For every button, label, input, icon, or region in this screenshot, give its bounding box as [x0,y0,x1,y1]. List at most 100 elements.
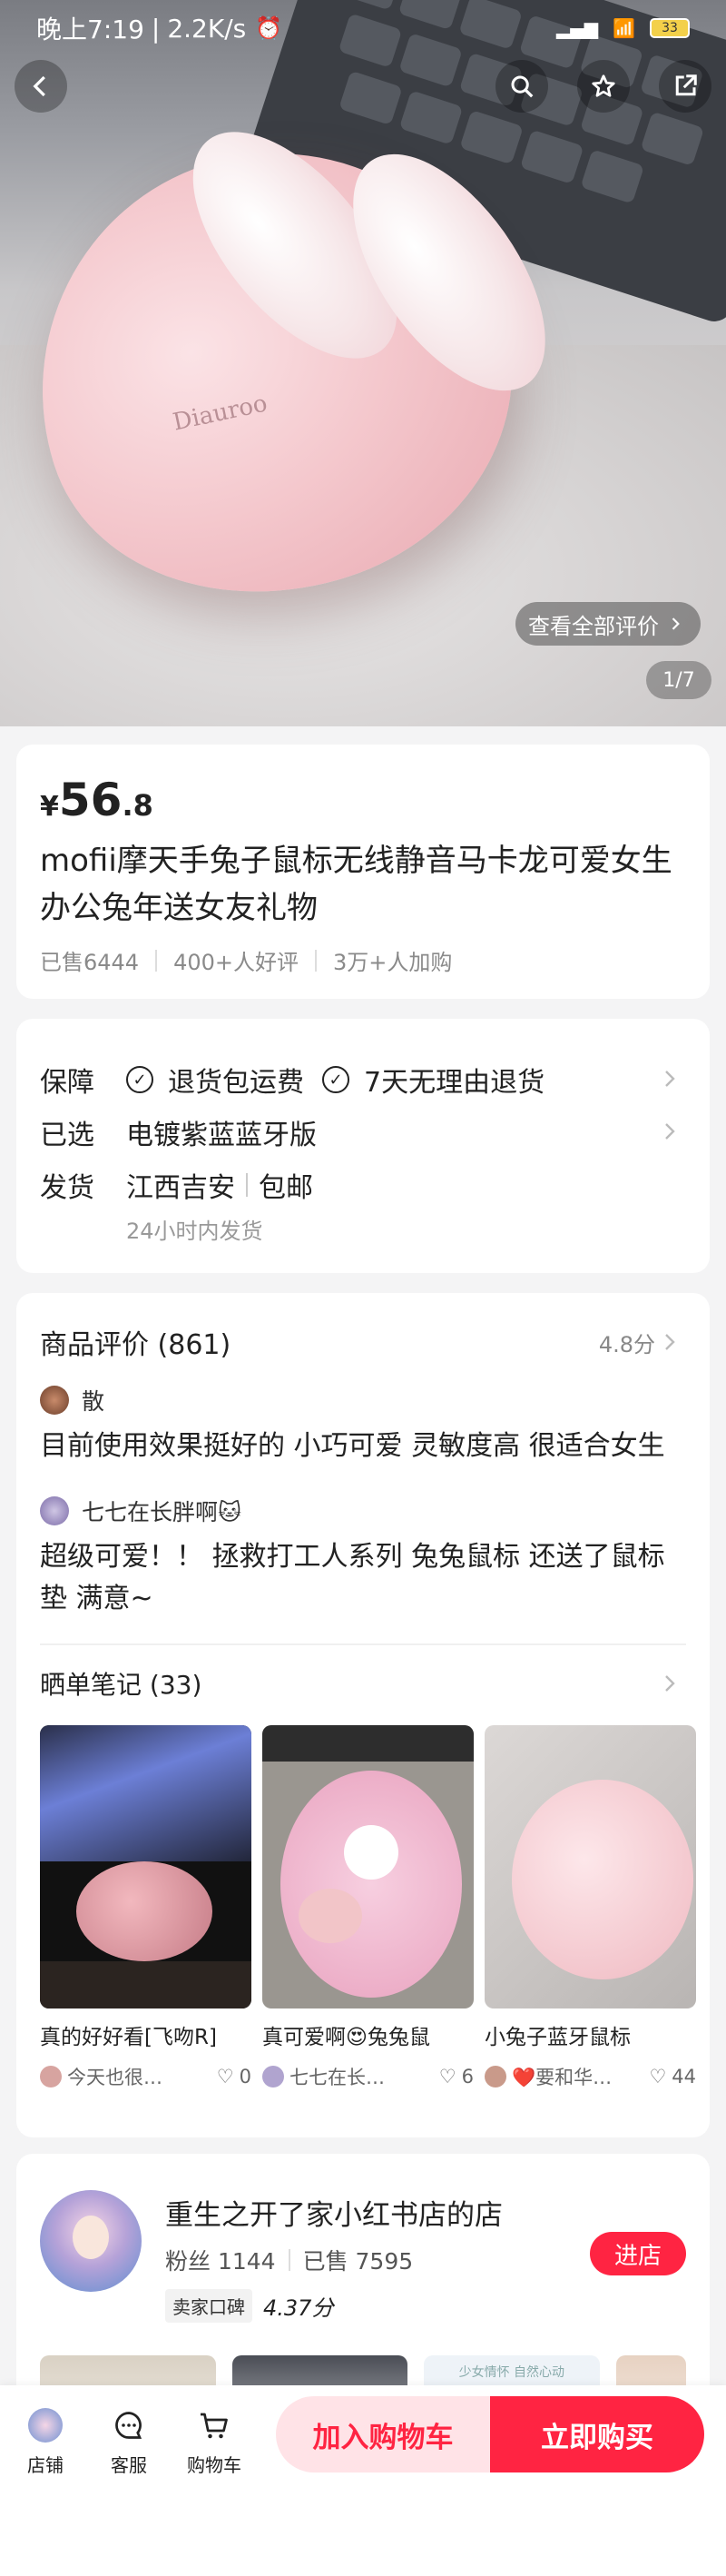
store-tab-label: 店铺 [27,2454,64,2476]
add-to-cart-button[interactable]: 加入购物车 [276,2396,490,2472]
customer-service-tab[interactable]: 客服 [93,2407,165,2477]
shipping-values: 江西吉安 包邮 [126,1165,313,1205]
notes-title: 晒单笔记 (33) [40,1670,202,1700]
share-icon [675,74,697,96]
guarantee-values: ✓ 退货包运费 ✓ 7天无理由退货 [126,1060,544,1100]
reviews-title: 商品评价 (861) [40,1329,231,1361]
review-text: 超级可爱！！ 拯救打工人系列 兔兔鼠标 还送了鼠标垫 满意~ [40,1541,665,1614]
signal-icon: ▂▄▆ [555,17,599,39]
note-meta: ❤️要和华… ♡ 44 [485,2063,696,2090]
keyboard-backlight [40,1725,251,1861]
status-separator: | [151,13,161,44]
image-counter: 1/7 [646,661,711,699]
price-integer: 56 [58,774,123,826]
reputation-label: 卖家口碑 [165,2289,252,2323]
favorite-button[interactable] [577,60,630,113]
service-card: 保障 ✓ 退货包运费 ✓ 7天无理由退货 已选 电镀紫蓝蓝牙版 发货 江西吉安 … [16,1019,710,1273]
shop-text: 重生之开了家小红书店的店 粉丝 1144 已售 7595 卖家口碑 4.37分 [165,2190,503,2323]
note-image [485,1725,696,2008]
top-nav [0,56,726,120]
avatar [40,2066,62,2087]
shop-name: 重生之开了家小红书店的店 [165,2199,503,2232]
note-image [40,1725,251,2008]
note-card[interactable]: 真可爱啊😍兔兔鼠 七七在长… ♡ 6 [262,1725,474,2090]
price-card: ¥56.8 mofii摩天手兔子鼠标无线静音马卡龙可爱女生办公兔年送女友礼物 已… [16,745,710,999]
store-avatar-icon [27,2407,64,2443]
note-author: ❤️要和华… [512,2067,613,2088]
shipping-row: 发货 江西吉安 包邮 [40,1159,686,1211]
notes-header[interactable]: 晒单笔记 (33) [40,1665,686,1702]
avatar-face [73,2216,109,2259]
note-card[interactable]: 真的好好看[飞吻R] 今天也很… ♡ 0 [40,1725,251,2090]
review-username: 七七在长胖啊🐱 [82,1499,242,1525]
shop-sold: 已售 7595 [302,2248,414,2275]
note-card[interactable]: 小兔子蓝牙鼠标 ❤️要和华… ♡ 44 [485,1725,696,2090]
note-meta: 今天也很… ♡ 0 [40,2063,251,2090]
heart-icon: ♡ [216,2066,234,2087]
share-button[interactable] [659,60,711,113]
reviews-card: 商品评价 (861) 4.8分 散 目前使用效果挺好的 小巧可爱 灵敏度高 很适… [16,1293,710,2137]
note-like-count: 44 [672,2066,696,2087]
selected-label: 已选 [40,1120,94,1151]
avatar [485,2066,506,2087]
selected-variant: 电镀紫蓝蓝牙版 [126,1120,317,1151]
guarantee-7day-return: 7天无理由退货 [364,1067,545,1099]
reviews-header[interactable]: 商品评价 (861) 4.8分 [40,1320,686,1364]
section-divider [40,1643,686,1645]
status-time: 晚上7:19 [36,15,144,44]
wifi-icon: 📶 [613,17,635,39]
check-circle-icon: ✓ [322,1066,349,1093]
stats-divider [288,2249,290,2271]
note-image [262,1725,474,2008]
selected-variant-row[interactable]: 已选 电镀紫蓝蓝牙版 [40,1106,686,1159]
view-all-reviews-button[interactable]: 查看全部评价 [515,602,701,646]
review-user: 七七在长胖啊🐱 [40,1495,686,1527]
search-button[interactable] [495,60,548,113]
product-image-carousel[interactable]: Diauroo 晚上7:19 | 2.2K/s ⏰ ▂▄▆ 📶 33 查看全部评… [0,0,726,726]
chevron-right-icon [665,1334,675,1350]
cart-icon [196,2407,232,2443]
sold-count: 已售6444 [40,950,140,975]
buy-now-button[interactable]: 立即购买 [490,2396,704,2472]
shop-info[interactable]: 重生之开了家小红书店的店 粉丝 1144 已售 7595 卖家口碑 4.37分 [40,2190,686,2323]
view-all-reviews-label: 查看全部评价 [528,613,659,639]
enter-shop-button[interactable]: 进店 [590,2232,686,2275]
guarantee-return-shipping: 退货包运费 [168,1067,304,1099]
cart-tab[interactable]: 购物车 [178,2407,250,2477]
stats-divider [315,949,317,972]
chevron-right-icon [672,617,680,630]
chevron-right-icon [665,1123,675,1140]
stats-divider [155,949,158,972]
note-caption: 真的好好看[飞吻R] [40,2026,217,2049]
price: ¥56.8 [40,774,686,826]
note-likes[interactable]: ♡ 0 [217,2066,251,2087]
battery-icon: 33 [650,18,690,38]
product-stats: 已售6444 400+人好评 3万+人加购 [40,944,686,976]
ship-from: 江西吉安 [126,1172,235,1204]
shop-avatar [40,2190,142,2292]
keyboard-edge [262,1725,474,1762]
product-title: mofii摩天手兔子鼠标无线静音马卡龙可爱女生办公兔年送女友礼物 [40,843,672,926]
note-likes[interactable]: ♡ 6 [439,2066,474,2087]
search-icon [511,75,534,98]
store-tab[interactable]: 店铺 [9,2407,82,2477]
note-likes[interactable]: ♡ 44 [649,2066,696,2087]
guarantee-row[interactable]: 保障 ✓ 退货包运费 ✓ 7天无理由退货 [40,1053,686,1106]
reputation-score: 4.37分 [263,2295,334,2321]
ship-divider [246,1173,248,1197]
customer-service-label: 客服 [111,2454,147,2476]
product-page: Diauroo 晚上7:19 | 2.2K/s ⏰ ▂▄▆ 📶 33 查看全部评… [0,0,726,2576]
review-username: 散 [82,1388,105,1415]
bottom-action-bar: 店铺 客服 购物车 加入购物车 立即购买 [0,2385,726,2576]
guarantee-label: 保障 [40,1067,94,1099]
avatar [262,2066,284,2087]
heart-icon: ♡ [438,2066,456,2087]
notes-list: 真的好好看[飞吻R] 今天也很… ♡ 0 真可爱啊😍兔兔鼠 七七在长… ♡ 6 … [40,1725,696,2090]
back-button[interactable] [15,60,67,113]
review-user: 散 [40,1384,686,1416]
review-text: 目前使用效果挺好的 小巧可爱 灵敏度高 很适合女生 [40,1430,665,1462]
status-bar: 晚上7:19 | 2.2K/s ⏰ ▂▄▆ 📶 33 [0,0,726,56]
shop-stats: 粉丝 1144 已售 7595 [165,2244,503,2276]
shop-fans: 粉丝 1144 [165,2248,276,2275]
heart-icon: ♡ [649,2066,667,2087]
